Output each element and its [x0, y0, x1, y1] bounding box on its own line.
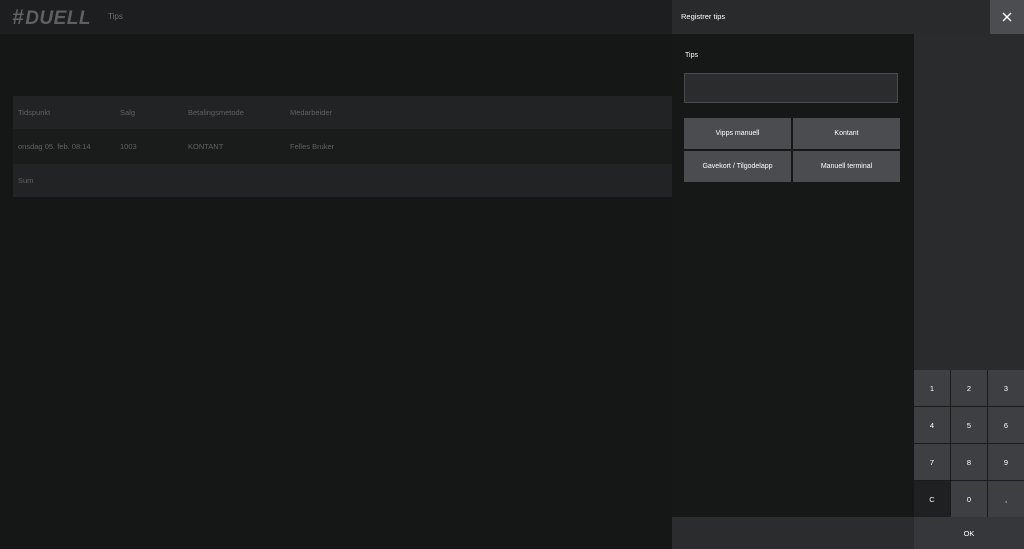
key-1[interactable]: 1 — [914, 370, 950, 406]
kontant-button[interactable]: Kontant — [793, 118, 900, 149]
dialog-title: Registrer tips — [681, 12, 726, 21]
numeric-keypad: 1 2 3 4 5 6 7 8 9 C 0 , — [914, 370, 1024, 517]
gavekort-tilgodelapp-button[interactable]: Gavekort / Tilgodelapp — [684, 151, 791, 182]
close-button[interactable] — [990, 0, 1024, 34]
manuell-terminal-button[interactable]: Manuell terminal — [793, 151, 900, 182]
key-7[interactable]: 7 — [914, 444, 950, 480]
close-icon — [1002, 12, 1012, 22]
key-3[interactable]: 3 — [988, 370, 1024, 406]
key-2[interactable]: 2 — [951, 370, 987, 406]
cell-salg: 1003 — [120, 142, 137, 151]
table-header-row: Tidspunkt Salg Betalingsmetode Medarbeid… — [13, 96, 672, 129]
top-bar: #DUELL Tips — [0, 0, 672, 34]
key-0[interactable]: 0 — [951, 481, 987, 517]
sum-label: Sum — [18, 176, 34, 185]
column-header-betalingsmetode[interactable]: Betalingsmetode — [188, 96, 244, 129]
tips-label: Tips — [685, 52, 698, 59]
ok-button[interactable]: OK — [914, 517, 1024, 549]
key-5[interactable]: 5 — [951, 407, 987, 443]
dialog-footer — [672, 517, 914, 549]
key-comma[interactable]: , — [988, 481, 1024, 517]
cell-tidspunkt: onsdag 05. feb. 08:14 — [18, 142, 91, 151]
table-sum-row: Sum — [13, 164, 672, 197]
tips-table: Tidspunkt Salg Betalingsmetode Medarbeid… — [13, 96, 672, 197]
tips-input[interactable] — [684, 73, 898, 103]
key-clear[interactable]: C — [914, 481, 950, 517]
key-4[interactable]: 4 — [914, 407, 950, 443]
column-header-medarbeider[interactable]: Medarbeider — [290, 96, 332, 129]
dialog-header: Registrer tips — [672, 0, 990, 34]
keypad-side-panel — [914, 34, 1024, 370]
column-header-salg[interactable]: Salg — [120, 96, 135, 129]
duell-logo: #DUELL — [12, 6, 92, 29]
key-9[interactable]: 9 — [988, 444, 1024, 480]
key-6[interactable]: 6 — [988, 407, 1024, 443]
cell-betalingsmetode: KONTANT — [188, 142, 224, 151]
cell-medarbeider: Felles Bruker — [290, 142, 335, 151]
key-8[interactable]: 8 — [951, 444, 987, 480]
vipps-manuell-button[interactable]: Vipps manuell — [684, 118, 791, 149]
payment-method-grid: Vipps manuell Kontant Gavekort / Tilgode… — [684, 118, 900, 182]
dialog-content: Tips Vipps manuell Kontant Gavekort / Ti… — [672, 34, 914, 517]
page-title: Tips — [108, 12, 123, 21]
register-tips-dialog: Registrer tips Tips Vipps manuell Kontan… — [672, 0, 1024, 549]
column-header-tidspunkt[interactable]: Tidspunkt — [18, 96, 50, 129]
table-row[interactable]: onsdag 05. feb. 08:14 1003 KONTANT Felle… — [13, 129, 672, 164]
